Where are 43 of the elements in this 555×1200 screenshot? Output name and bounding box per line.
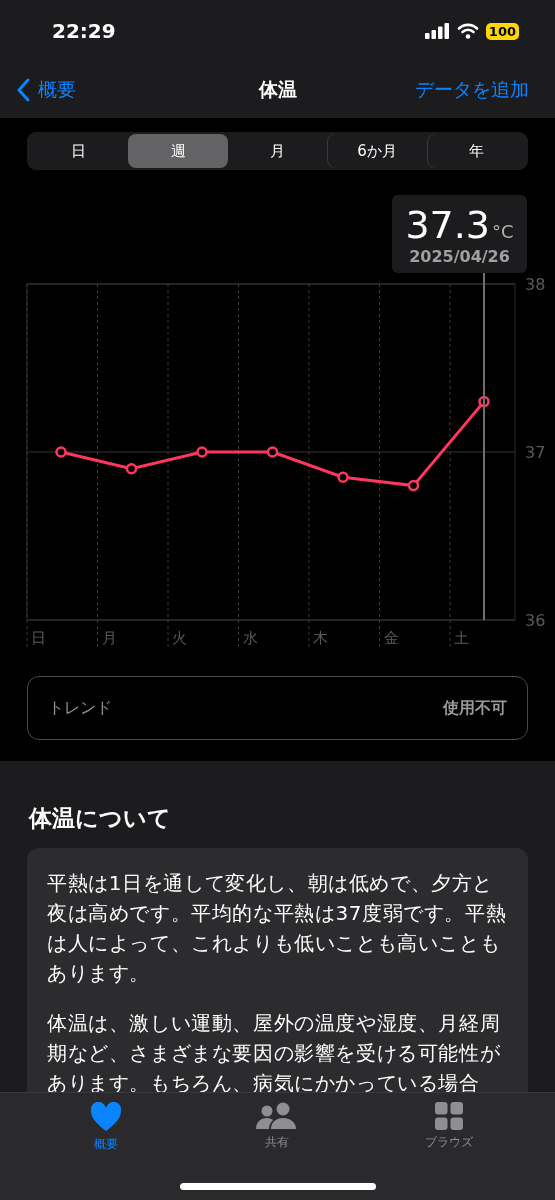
axis-label: 38 <box>525 275 546 294</box>
axis-label: 土 <box>454 629 469 647</box>
people-icon <box>256 1102 299 1130</box>
tab-bar-item[interactable]: 共有 <box>222 1101 333 1163</box>
axis-label: 月 <box>101 629 117 647</box>
tooltip-unit: °C <box>492 220 514 242</box>
data-point <box>196 446 208 458</box>
axis-label: 36 <box>525 611 546 630</box>
data-point <box>337 471 349 483</box>
back-label[interactable]: 概要 <box>38 77 76 103</box>
trend-label: トレンド <box>48 697 112 719</box>
trend-value: 使用不可 <box>443 697 507 719</box>
axis-label: 日 <box>31 629 46 647</box>
tab-bar-item[interactable]: ブラウズ <box>394 1101 505 1163</box>
data-point <box>266 446 279 458</box>
axis-label: 37 <box>525 443 546 462</box>
add-data-link[interactable]: データを追加 <box>415 77 529 103</box>
tooltip-value: 37.3°C <box>405 202 514 247</box>
data-point <box>407 479 420 492</box>
signal-icon <box>424 23 450 39</box>
segment-tab[interactable]: 日 <box>29 134 129 168</box>
data-point <box>125 463 138 475</box>
heart-icon <box>89 1102 122 1132</box>
chevron-icon <box>16 78 30 102</box>
battery-indicator: 100 <box>485 22 519 40</box>
page-title: 体温 <box>258 77 297 102</box>
data-point <box>55 446 67 458</box>
info-paragraph: 平熱は1日を通して変化し、朝は低めで、夕方と夜は高めです。平均的な平熱は37度弱です。平熱は人によって、これよりも低いことも高いこともあります。 <box>47 870 508 987</box>
axis-label: 金 <box>383 629 399 647</box>
axis-label: 水 <box>242 629 258 647</box>
grid-icon <box>435 1102 464 1130</box>
wifi-icon <box>456 23 479 39</box>
segment-tab[interactable]: 年 <box>426 134 527 168</box>
tab-bar-item[interactable]: 概要 <box>50 1101 161 1163</box>
back-link[interactable]: 概要 <box>16 77 76 103</box>
axis-label: 木 <box>313 629 328 647</box>
segment-tab[interactable]: 6か月 <box>327 134 427 168</box>
section-title: 体温について <box>29 804 172 833</box>
segment-tab[interactable]: 週 <box>128 134 228 168</box>
segment-tab[interactable]: 月 <box>227 134 328 168</box>
axis-label: 火 <box>172 629 187 647</box>
status-time: 22:29 <box>52 19 116 43</box>
tooltip-date: 2025/04/26 <box>409 246 510 266</box>
